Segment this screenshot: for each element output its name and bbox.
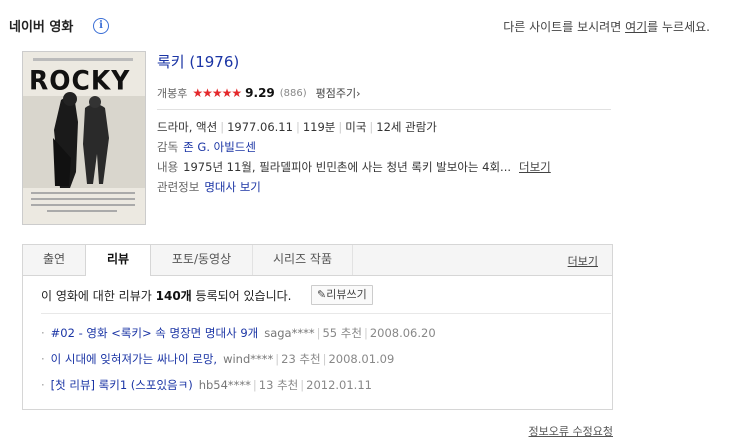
review-title-link[interactable]: #02 - 영화 <록키> 속 명장면 명대사 9개 xyxy=(51,326,259,340)
review-date: 2012.01.11 xyxy=(306,378,372,392)
review-count-suffix: 등록되어 있습니다. xyxy=(191,289,292,303)
divider xyxy=(157,109,611,110)
movie-age-rating: 12세 관람가 xyxy=(376,120,437,134)
pencil-icon: ✎ xyxy=(317,288,327,301)
poster-credits xyxy=(31,198,135,200)
poster-credits xyxy=(31,192,135,194)
plot-label: 내용 xyxy=(157,160,179,174)
review-writer: saga**** xyxy=(264,326,315,340)
write-review-button[interactable]: ✎리뷰쓰기 xyxy=(311,285,373,305)
rate-button[interactable]: 평점주기› xyxy=(316,85,361,101)
related-row: 관련정보 명대사 보기 xyxy=(157,179,261,195)
tab-bar: 출연 리뷰 포토/동영상 시리즈 작품 더보기 xyxy=(23,245,612,276)
review-title-link[interactable]: 이 시대에 잊혀져가는 싸나이 로망, xyxy=(51,352,217,366)
tab-more-link[interactable]: 더보기 xyxy=(568,253,598,269)
write-review-label: 리뷰쓰기 xyxy=(326,288,367,301)
rating-stars: ★★★★★ xyxy=(192,86,242,100)
movie-genre: 드라마, 액션 xyxy=(157,120,218,134)
review-recommend: 13 추천 xyxy=(258,378,299,392)
divider xyxy=(41,313,611,314)
other-site-notice: 다른 사이트를 보시려면 여기를 누르세요. xyxy=(503,18,710,35)
plot-text: 1975년 11월, 필라델피아 빈민촌에 사는 청년 록키 발보아는 4회..… xyxy=(183,160,512,174)
tab-photo-video[interactable]: 포토/동영상 xyxy=(151,245,253,275)
related-label: 관련정보 xyxy=(157,180,200,194)
review-title-link[interactable]: [첫 리뷰] 록키1 (스포있음ㅋ) xyxy=(51,378,193,392)
bullet-icon: · xyxy=(41,378,45,392)
review-recommend: 55 추천 xyxy=(322,326,362,340)
list-item: · [첫 리뷰] 록키1 (스포있음ㅋ) hb54**** | 13 추천 | 2012.0… xyxy=(41,378,372,392)
rate-label: 평점주기 xyxy=(315,87,357,100)
other-site-link[interactable]: 여기 xyxy=(625,20,647,34)
quotes-link[interactable]: 명대사 보기 xyxy=(204,180,261,194)
review-date: 2008.06.20 xyxy=(369,326,436,340)
report-error-link[interactable]: 정보오류 수정요청 xyxy=(529,423,613,439)
poster-credits xyxy=(31,204,135,206)
movie-runtime: 119분 xyxy=(302,120,336,134)
rating-score: 9.29 xyxy=(245,86,275,100)
rating-row: 개봉후 ★★★★★ 9.29 (886) 평점주기› xyxy=(157,85,361,101)
rating-votes: (886) xyxy=(279,87,307,99)
plot-row: 내용 1975년 11월, 필라델피아 빈민촌에 사는 청년 록키 발보아는 4회… xyxy=(157,159,551,175)
tab-reviews[interactable]: 리뷰 xyxy=(85,245,151,276)
director-link[interactable]: 존 G. 아빌드센 xyxy=(183,140,256,154)
review-count: 140개 xyxy=(155,289,192,303)
tab-panel: 출연 리뷰 포토/동영상 시리즈 작품 더보기 이 영화에 대한 리뷰가 140… xyxy=(22,244,613,410)
other-site-prefix: 다른 사이트를 보시려면 xyxy=(503,20,626,34)
movie-meta: 드라마, 액션 | 1977.06.11 | 119분 | 미국 | 12세 관람가 xyxy=(157,120,437,134)
poster-credits xyxy=(47,210,117,212)
chevron-right-icon: › xyxy=(356,87,361,100)
review-writer: wind**** xyxy=(223,352,274,366)
plot-more-link[interactable]: 더보기 xyxy=(519,160,551,174)
director-row: 감독 존 G. 아빌드센 xyxy=(157,139,256,155)
other-site-suffix: 를 누르세요. xyxy=(647,20,710,34)
list-item: · 이 시대에 잊혀져가는 싸나이 로망, wind**** | 23 추천 | 2008.… xyxy=(41,352,395,366)
tab-cast[interactable]: 출연 xyxy=(23,245,86,275)
movie-poster[interactable]: ROCKY xyxy=(22,51,146,225)
page-title: 네이버 영화 xyxy=(9,20,74,35)
review-recommend: 23 추천 xyxy=(281,352,321,366)
movie-title[interactable]: 록키 (1976) xyxy=(157,51,239,72)
review-writer: hb54**** xyxy=(198,378,251,392)
info-icon[interactable]: i xyxy=(93,18,109,34)
movie-country: 미국 xyxy=(345,120,367,134)
review-date: 2008.01.09 xyxy=(328,352,395,366)
list-item: · #02 - 영화 <록키> 속 명장면 명대사 9개 saga**** | 55 추… xyxy=(41,326,436,340)
bullet-icon: · xyxy=(41,326,45,340)
release-label: 개봉후 xyxy=(157,87,188,100)
director-label: 감독 xyxy=(157,140,179,154)
bullet-icon: · xyxy=(41,352,45,366)
review-count-prefix: 이 영화에 대한 리뷰가 xyxy=(41,289,156,303)
tab-series[interactable]: 시리즈 작품 xyxy=(253,245,353,275)
review-count-text: 이 영화에 대한 리뷰가 140개 등록되어 있습니다. xyxy=(41,287,291,304)
movie-release-date: 1977.06.11 xyxy=(227,120,293,134)
